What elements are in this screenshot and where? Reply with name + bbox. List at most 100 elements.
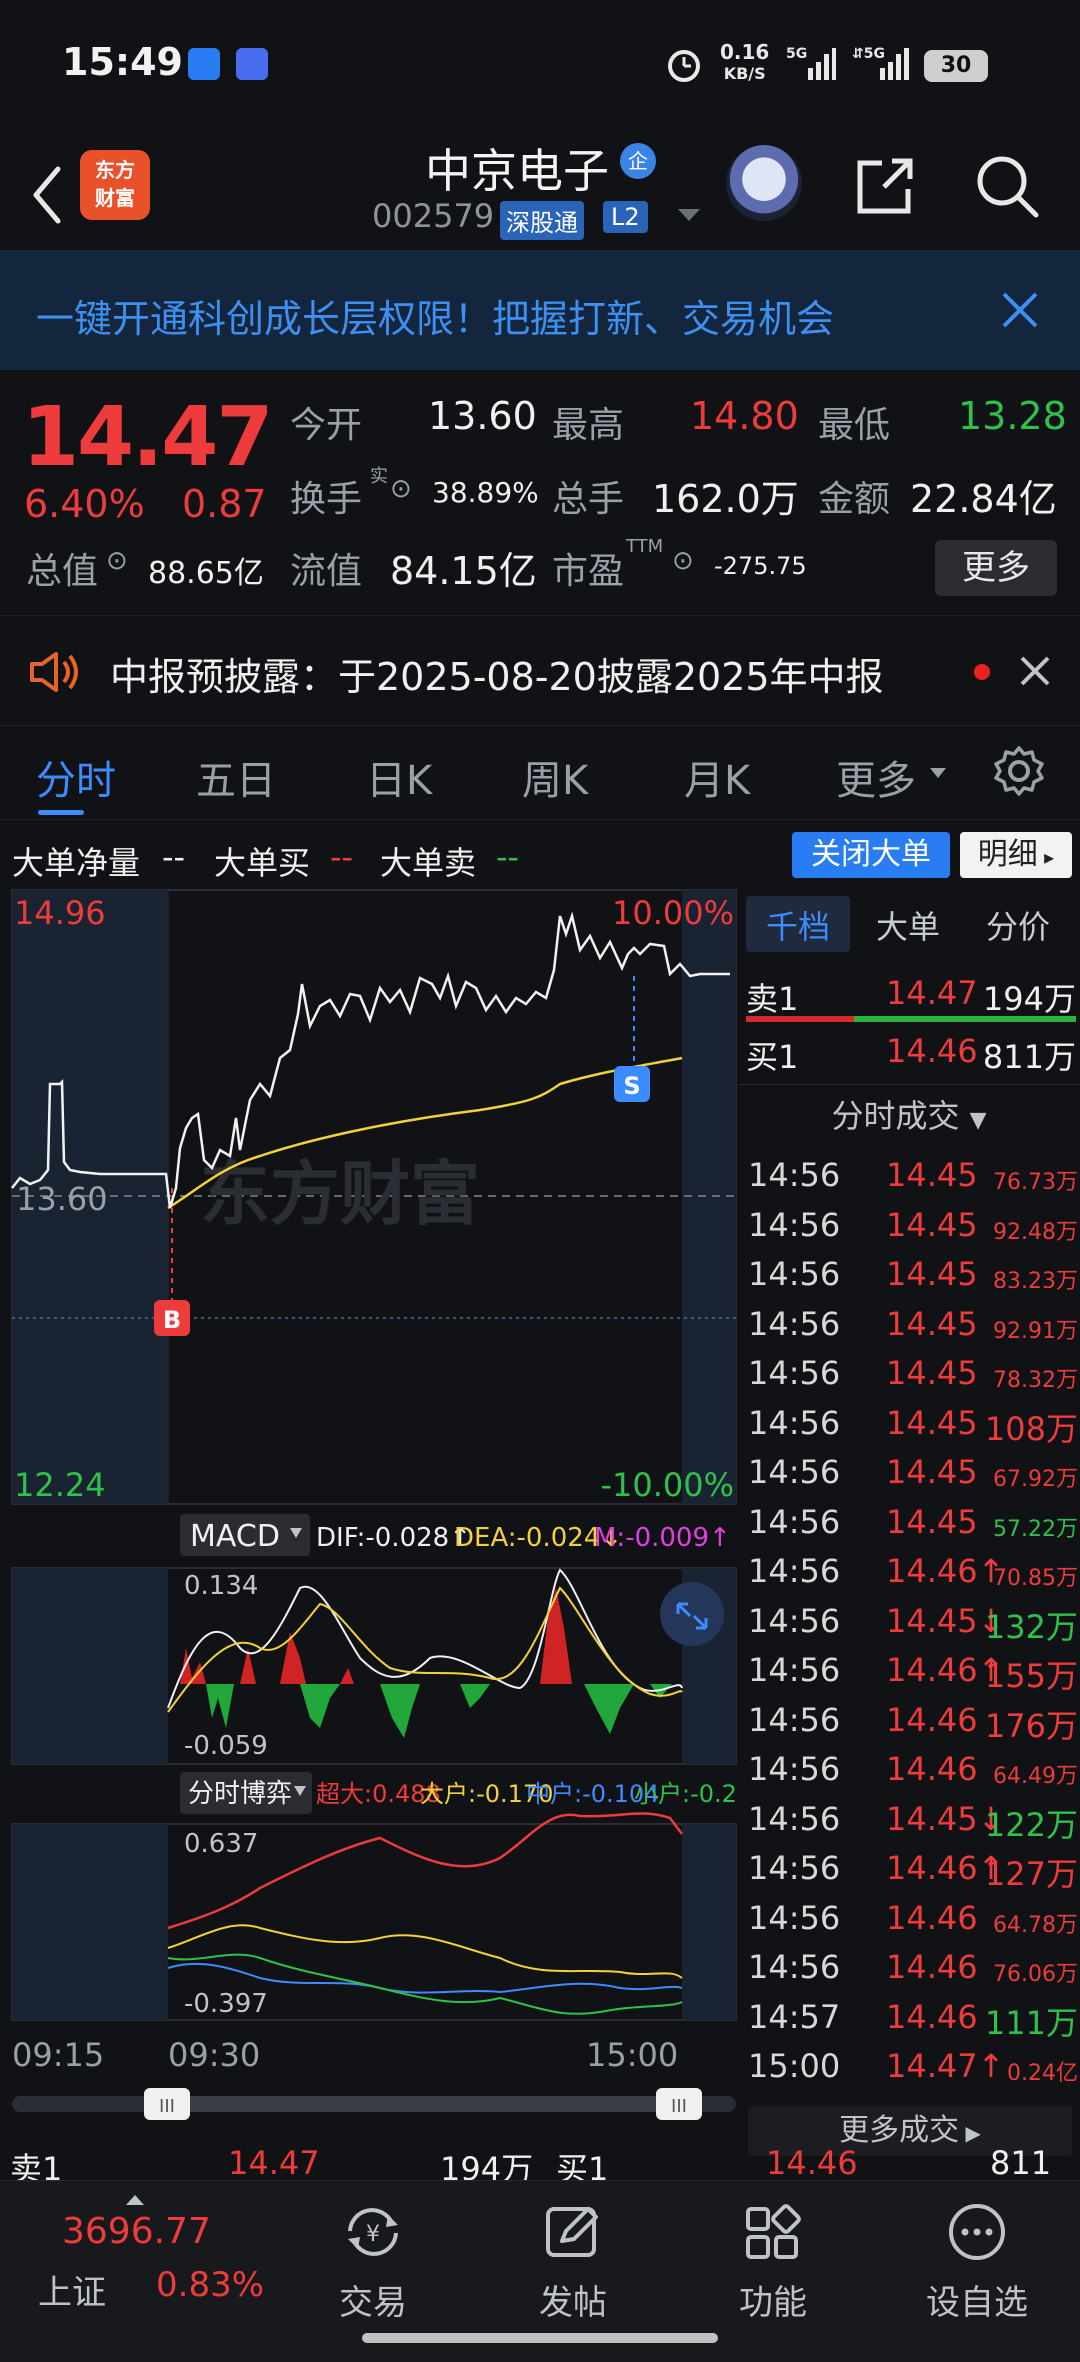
tab-more[interactable]: 更多 (836, 748, 916, 806)
tab-weekly-k[interactable]: 周K (522, 748, 588, 806)
info-icon-3[interactable]: ⊙ (672, 546, 694, 576)
pct-top-label: 10.00% (612, 894, 734, 932)
signal-5g-icon-2: ⇵5G (852, 46, 909, 80)
stock-code[interactable]: 002579 (372, 197, 494, 235)
nav-watchlist[interactable]: 设自选 (902, 2201, 1052, 2324)
share-icon[interactable] (852, 153, 918, 219)
trade-price: 14.46 (886, 1997, 978, 2036)
tab-price-volume[interactable]: 分价 (986, 902, 1050, 948)
trade-volume: 78.32万 (993, 1368, 1078, 1393)
info-icon[interactable]: ⊙ (390, 474, 412, 504)
trade-row: 14:57 14.46 111万 (748, 1992, 1078, 2042)
game-bottom-label: -0.397 (184, 1989, 268, 2019)
close-icon[interactable] (998, 288, 1042, 332)
index-ticker[interactable]: 3696.77 上证 0.83% (20, 2195, 280, 2325)
trade-time: 14:56 (748, 1453, 841, 1491)
trade-row: 14:56 14.45 92.48万 (748, 1200, 1078, 1250)
trade-time: 14:56 (748, 1601, 841, 1640)
trade-time: 14:56 (748, 1750, 841, 1788)
trade-row: 14:56 14.45 92.91万 (748, 1299, 1078, 1349)
info-icon-2[interactable]: ⊙ (106, 546, 128, 576)
trade-row: 14:56 14.45 83.23万 (748, 1249, 1078, 1299)
turnover-sup: 实 (370, 466, 388, 487)
trade-price: 14.45 (886, 1502, 978, 1541)
trade-price: 14.47↑ (886, 2047, 1005, 2085)
big-buy-label: 大单买 (214, 844, 311, 882)
trade-price: 14.45 (886, 1156, 978, 1194)
last-price: 14.47 (22, 390, 273, 485)
battery-level: 30 (940, 53, 972, 78)
tab-big-order[interactable]: 大单 (876, 902, 940, 948)
notice-text[interactable]: 中报预披露：于2025-08-20披露2025年中报 (110, 646, 884, 701)
game-top-label: 0.637 (184, 1829, 258, 1859)
sell1-price: 14.47 (886, 974, 978, 1012)
svg-text:III: III (159, 2096, 175, 2117)
trade-time: 14:56 (748, 1651, 841, 1689)
trade-price: 14.46↑ (886, 1552, 1005, 1590)
detail-button[interactable]: 明细 ▸ (960, 832, 1072, 878)
trade-volume: 176万 (984, 1706, 1078, 1745)
caret-down-icon: ▼ (969, 1108, 987, 1133)
back-icon[interactable] (22, 157, 72, 227)
close-big-order-button[interactable]: 关闭大单 (792, 832, 950, 878)
big-order-bar: 大单净量 -- 大单买 -- 大单卖 -- 关闭大单 明细 ▸ (0, 822, 1080, 888)
macd-top-label: 0.134 (184, 1571, 258, 1601)
sell-level-1[interactable]: 卖1 14.47 194万 (746, 968, 1076, 1018)
post-market-shade (682, 890, 736, 1504)
intraday-chart[interactable]: 东方财富 B S 14.96 10.00% 13.60 12.24 -10.00… (0, 888, 738, 2140)
trade-icon: ¥ (348, 2208, 398, 2256)
ai-assistant-icon[interactable] (726, 145, 802, 221)
trade-volume: 64.78万 (993, 1912, 1078, 1938)
trade-volume: 67.92万 (993, 1467, 1078, 1492)
index-name: 上证 (38, 2273, 106, 2313)
status-bar: 15:49 0.16 KB/S 5G ⇵5G 30 (0, 0, 1080, 135)
trade-time: 14:56 (748, 1948, 841, 1986)
svg-text:¥: ¥ (366, 2222, 380, 2247)
strip-buy-price: 14.46 (766, 2144, 858, 2182)
app-logo: 东方 财富 (80, 150, 150, 220)
trade-price: 14.45 (886, 1403, 978, 1442)
big-sell-label: 大单卖 (380, 844, 477, 882)
chevron-down-icon[interactable] (678, 209, 700, 223)
gear-icon[interactable] (992, 744, 1046, 798)
buy-level-1[interactable]: 买1 14.46 811万 (746, 1024, 1076, 1076)
tab-intraday[interactable]: 分时 (36, 748, 116, 806)
trades-title[interactable]: 分时成交 ▼ (738, 1088, 1080, 1144)
watermark: 东方财富 (200, 1153, 480, 1235)
mktcap-value: 88.65亿 (148, 556, 264, 591)
trade-time: 14:56 (748, 1898, 841, 1937)
trade-volume: 111万 (984, 2003, 1078, 2042)
trade-time: 15:00 (748, 2047, 841, 2085)
more-button[interactable]: 更多 (935, 540, 1057, 596)
search-icon[interactable] (972, 151, 1042, 221)
trade-price: 14.45 (886, 1453, 978, 1491)
mktcap-label: 总值 (26, 551, 99, 592)
net-volume-label: 大单净量 (12, 844, 141, 882)
tab-depth[interactable]: 千档 (766, 902, 830, 948)
tab-monthly-k[interactable]: 月K (684, 748, 750, 806)
nav-functions[interactable]: 功能 (698, 2201, 848, 2324)
nav-trade[interactable]: ¥ 交易 (298, 2201, 448, 2324)
stock-name[interactable]: 中京电子 (425, 135, 609, 201)
trade-price: 14.46 (886, 1750, 978, 1788)
macd-dif: DIF:-0.028↑ (316, 1523, 471, 1553)
nav-post[interactable]: 发帖 (498, 2201, 648, 2324)
notice-bar[interactable]: 中报预披露：于2025-08-20披露2025年中报 (0, 615, 1080, 725)
banner-text[interactable]: 一键开通科创成长层权限！把握打新、交易机会 (36, 288, 834, 343)
trade-price: 14.46 (886, 1700, 978, 1739)
trade-row: 14:56 14.45 57.22万 (748, 1497, 1078, 1547)
close-icon[interactable] (1018, 654, 1052, 688)
trade-row: 14:56 14.46 176万 (748, 1695, 1078, 1745)
change-amount: 0.87 (182, 482, 267, 526)
tab-daily-k[interactable]: 日K (366, 748, 432, 806)
promo-banner[interactable]: 一键开通科创成长层权限！把握打新、交易机会 (0, 250, 1080, 370)
tab-five-day[interactable]: 五日 (196, 748, 276, 806)
trade-row: 14:56 14.45↓ 122万 (748, 1794, 1078, 1844)
trade-time: 14:57 (748, 1997, 841, 2036)
svg-text:III: III (671, 2096, 687, 2117)
trade-row: 14:56 14.45 76.73万 (748, 1150, 1078, 1200)
sell-buy-ratio-green (854, 1016, 1076, 1022)
trade-volume: 92.91万 (993, 1318, 1078, 1344)
trade-time: 14:56 (748, 1255, 841, 1293)
home-indicator[interactable] (362, 2333, 718, 2343)
